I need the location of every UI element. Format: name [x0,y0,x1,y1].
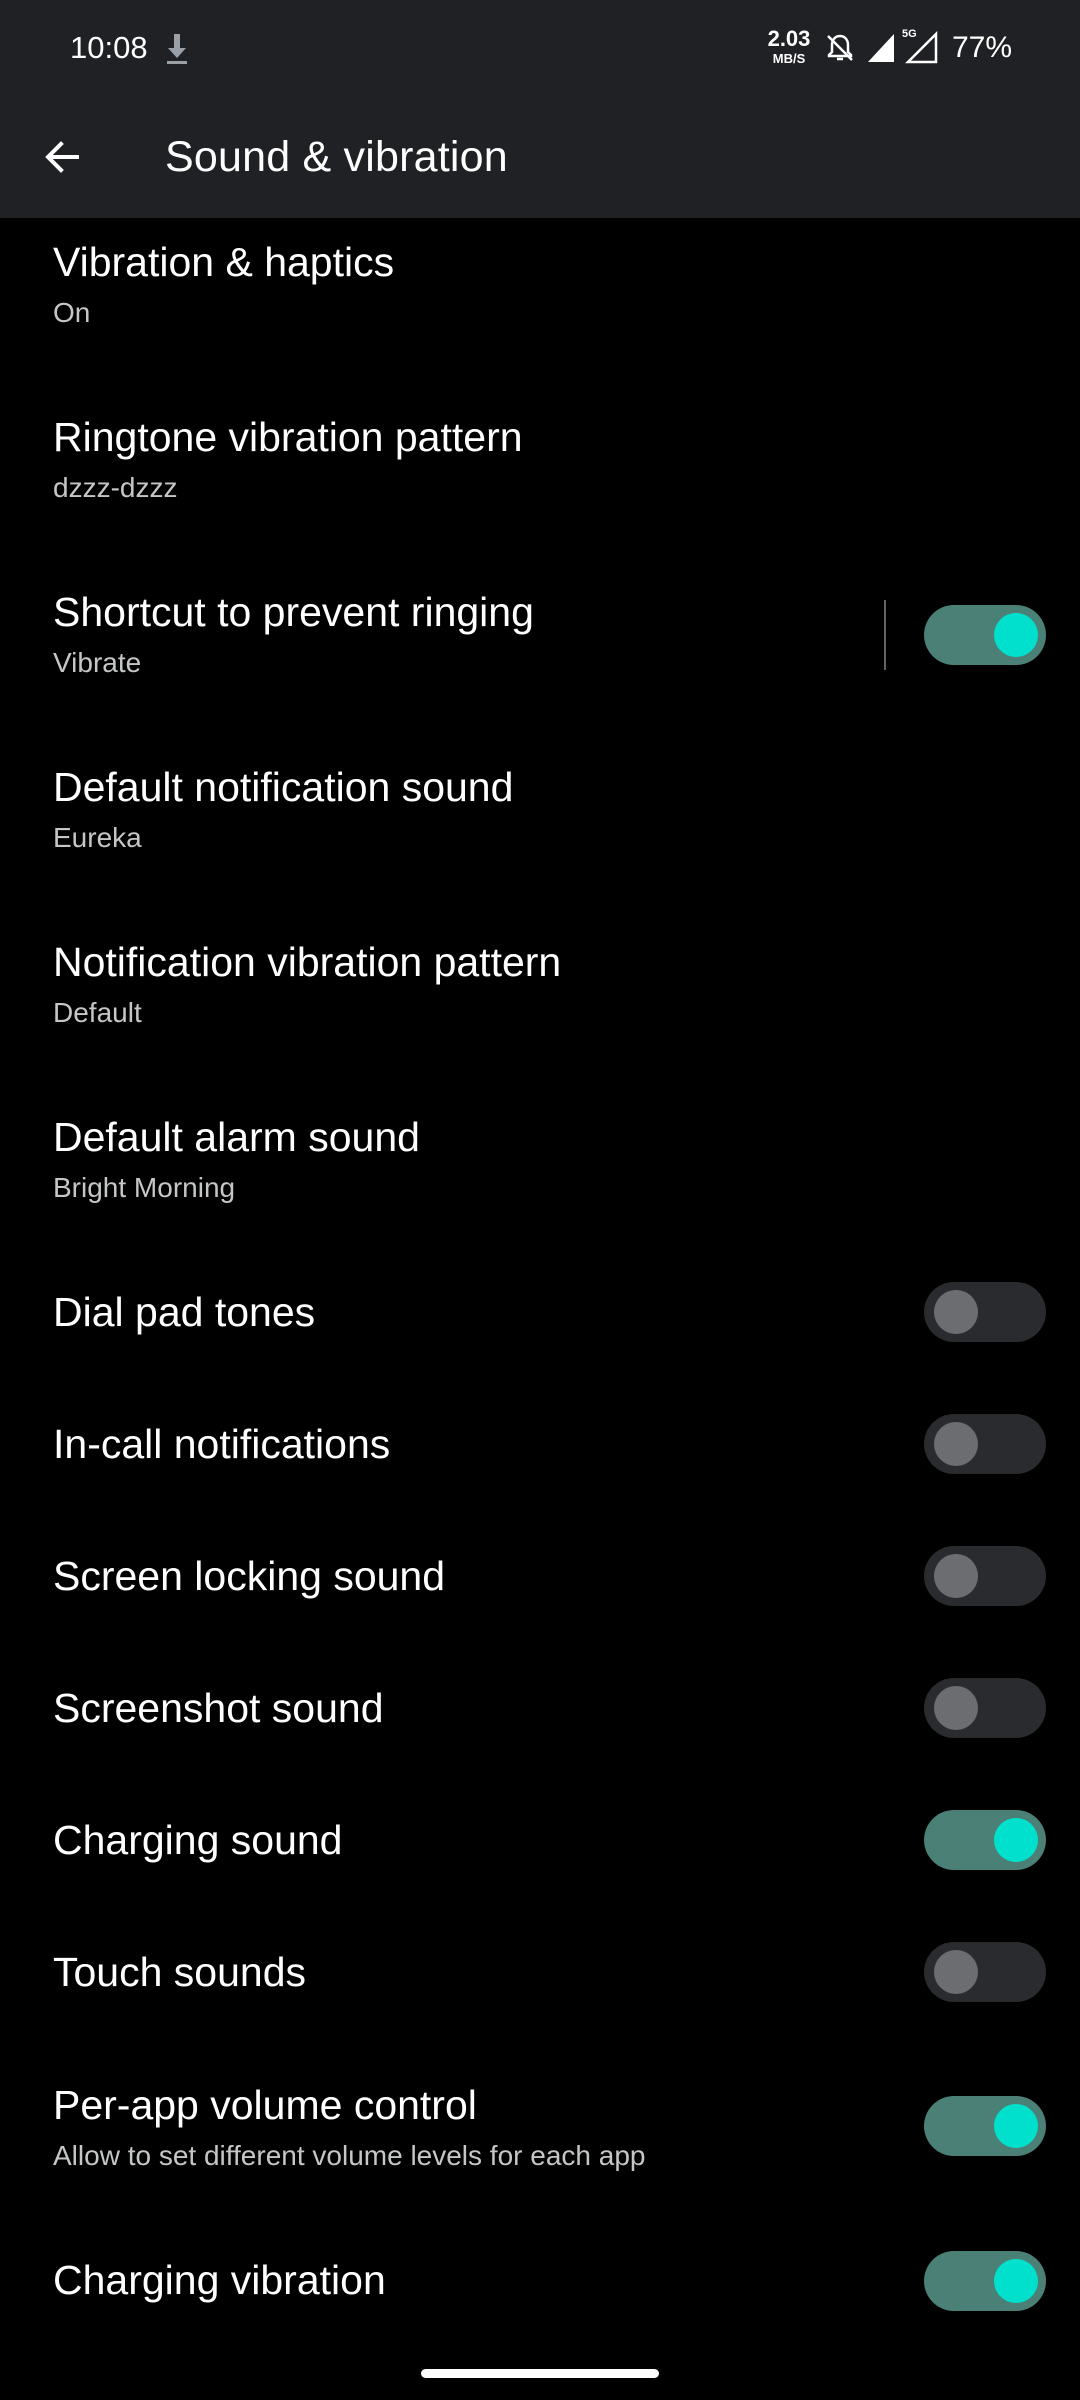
setting-summary: Bright Morning [53,1172,236,1203]
setting-summary: Vibrate [53,647,142,678]
setting-screenshot-sound[interactable]: Screenshot sound [0,1678,1080,1788]
setting-summary: Default [53,997,142,1028]
download-icon [167,34,187,64]
network-speed-unit: MB/S [772,51,806,66]
back-button[interactable] [30,126,92,188]
setting-summary: Eureka [53,822,142,853]
setting-charging-sound[interactable]: Charging sound [0,1810,1080,1920]
setting-summary: On [53,297,91,328]
setting-shortcut-prevent-ringing[interactable]: Shortcut to prevent ringing Vibrate [0,580,1080,728]
setting-label: Charging vibration [53,2257,386,2303]
battery-level: 77% [952,31,1013,64]
status-time: 10:08 [70,30,148,65]
setting-label: Dial pad tones [53,1289,316,1335]
network-speed-value: 2.03 [767,26,811,51]
dial-pad-tones-toggle[interactable] [924,1282,1046,1342]
network-speed: 2.03 MB/S [764,26,814,66]
gesture-nav-handle[interactable] [421,2369,659,2378]
setting-summary: Allow to set different volume levels for… [53,2140,646,2171]
setting-label: Touch sounds [53,1949,307,1995]
charging-sound-toggle[interactable] [924,1810,1046,1870]
setting-dial-pad-tones[interactable]: Dial pad tones [0,1282,1080,1392]
setting-summary: dzzz-dzzz [53,472,178,503]
setting-label: Default notification sound [53,764,514,810]
setting-per-app-volume-control[interactable]: Per-app volume control Allow to set diff… [0,2082,1080,2222]
setting-label: In-call notifications [53,1421,391,1467]
setting-label: Screenshot sound [53,1685,384,1731]
setting-label: Per-app volume control [53,2082,477,2128]
setting-vibration-haptics[interactable]: Vibration & haptics On [0,230,1080,378]
setting-charging-vibration[interactable]: Charging vibration [0,2251,1080,2361]
screenshot-sound-toggle[interactable] [924,1678,1046,1738]
network-type-label: 5G [902,28,917,40]
in-call-notifications-toggle[interactable] [924,1414,1046,1474]
setting-ringtone-vibration-pattern[interactable]: Ringtone vibration pattern dzzz-dzzz [0,405,1080,553]
setting-label: Screen locking sound [53,1553,446,1599]
setting-label: Notification vibration pattern [53,939,562,985]
touch-sounds-toggle[interactable] [924,1942,1046,2002]
setting-label: Shortcut to prevent ringing [53,589,534,635]
setting-label: Default alarm sound [53,1114,420,1160]
setting-screen-locking-sound[interactable]: Screen locking sound [0,1546,1080,1656]
signal-5g-icon: 5G [902,28,938,64]
app-bar: Sound & vibration [0,96,1080,218]
page-title: Sound & vibration [165,133,508,181]
charging-vibration-toggle[interactable] [924,2251,1046,2311]
setting-notification-vibration-pattern[interactable]: Notification vibration pattern Default [0,930,1080,1078]
shortcut-prevent-ringing-toggle[interactable] [924,605,1046,665]
setting-label: Charging sound [53,1817,343,1863]
per-app-volume-control-toggle[interactable] [924,2096,1046,2156]
setting-label: Ringtone vibration pattern [53,414,523,460]
signal-icon [868,34,894,62]
setting-default-alarm-sound[interactable]: Default alarm sound Bright Morning [0,1105,1080,1253]
bell-off-icon [827,34,853,61]
setting-default-notification-sound[interactable]: Default notification sound Eureka [0,755,1080,903]
status-bar: 10:08 2.03 MB/S 5G 77% [0,0,1080,96]
arrow-back-icon [45,141,79,173]
setting-label: Vibration & haptics [53,239,395,285]
divider [884,600,886,670]
screen-locking-sound-toggle[interactable] [924,1546,1046,1606]
setting-in-call-notifications[interactable]: In-call notifications [0,1414,1080,1524]
setting-touch-sounds[interactable]: Touch sounds [0,1942,1080,2052]
